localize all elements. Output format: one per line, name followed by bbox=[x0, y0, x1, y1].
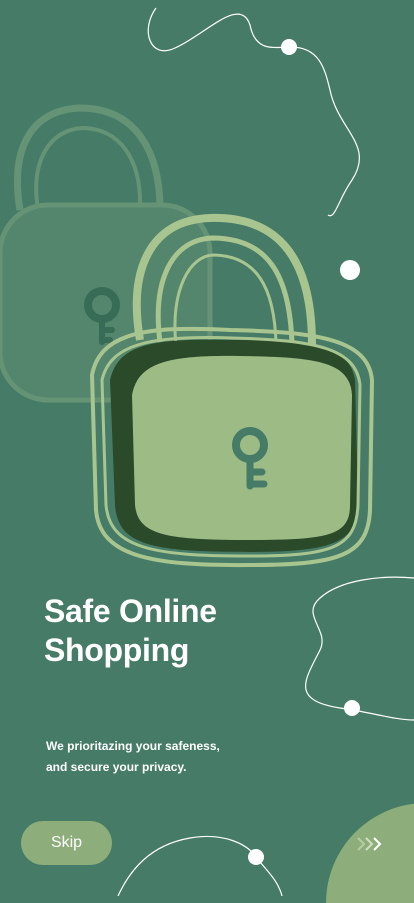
title-line-1: Safe Online bbox=[44, 593, 217, 629]
subtitle-line-2: and secure your privacy. bbox=[46, 760, 187, 774]
skip-button[interactable]: Skip bbox=[21, 821, 112, 865]
decorative-dot bbox=[281, 39, 297, 55]
decorative-dot bbox=[248, 849, 264, 865]
decorative-dot bbox=[340, 260, 360, 280]
subtitle-line-1: We prioritazing your safeness, bbox=[46, 739, 220, 753]
triple-chevron-right-icon bbox=[357, 837, 382, 851]
decorative-dot bbox=[344, 700, 360, 716]
decorative-curve-middle bbox=[305, 576, 414, 721]
page-subtitle: We prioritazing your safeness, and secur… bbox=[46, 736, 246, 778]
decorative-curve-bottom bbox=[117, 835, 283, 896]
title-line-2: Shopping bbox=[44, 632, 190, 668]
decorative-curve-top bbox=[147, 7, 360, 217]
skip-button-label: Skip bbox=[50, 834, 83, 851]
page-title: Safe Online Shopping bbox=[44, 592, 304, 670]
